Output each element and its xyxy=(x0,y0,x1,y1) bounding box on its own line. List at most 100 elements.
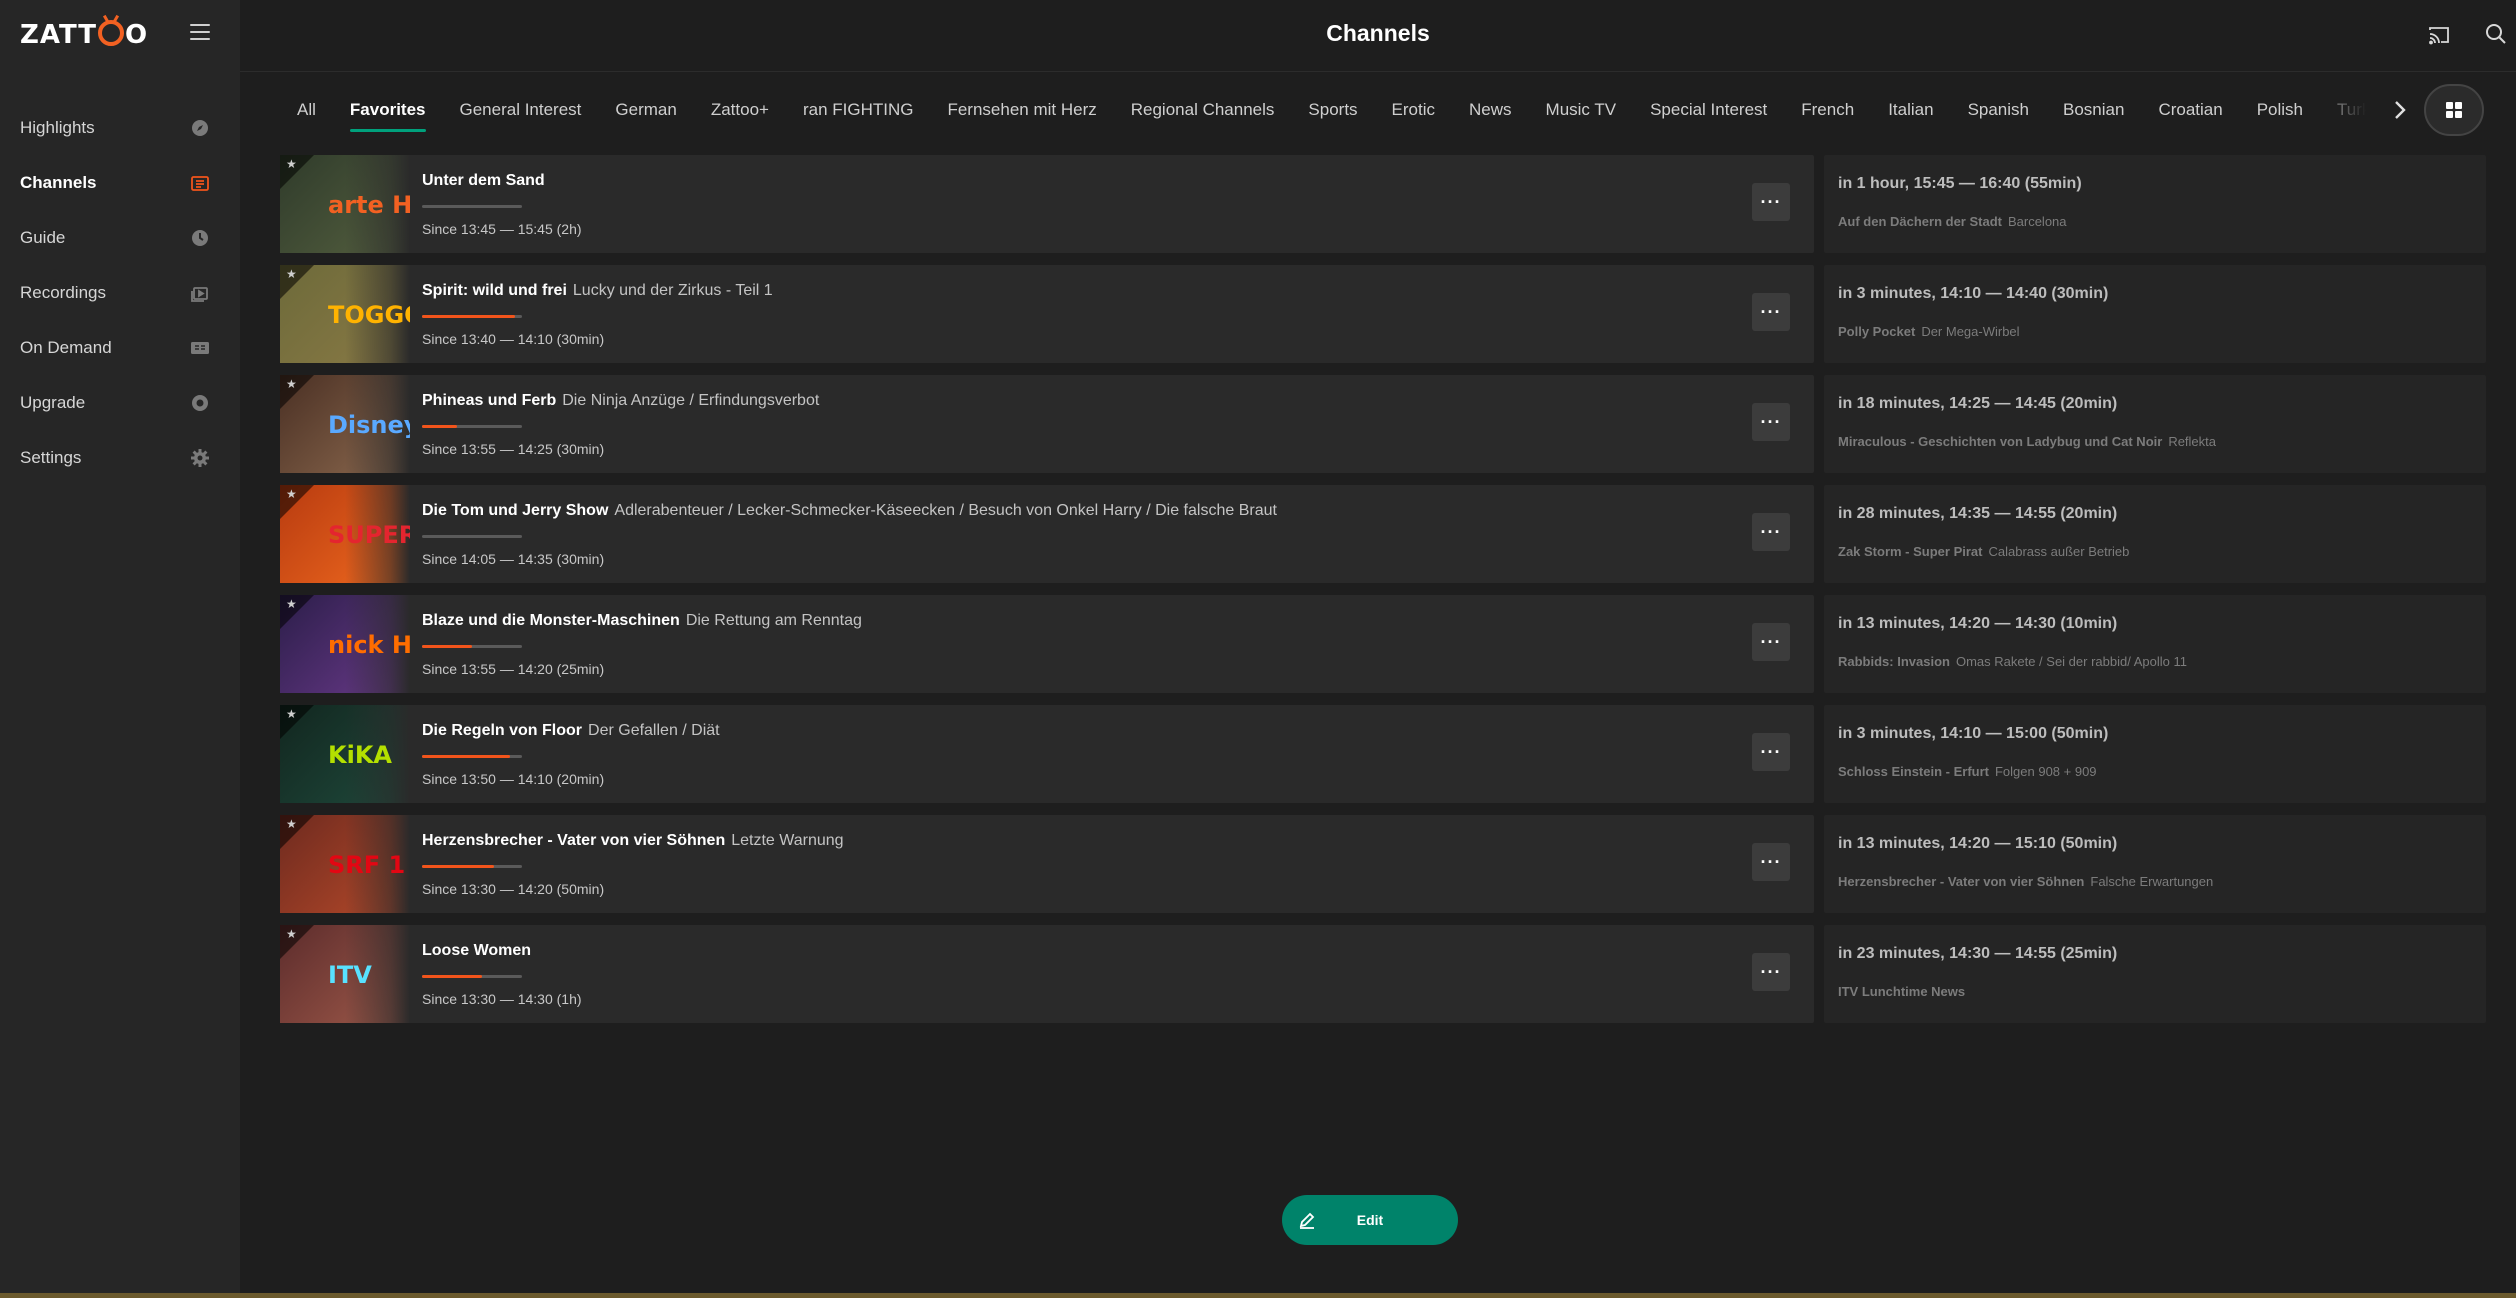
sidebar-item-label: Upgrade xyxy=(20,392,86,412)
tab-croatian[interactable]: Croatian xyxy=(2141,88,2239,132)
tab-german[interactable]: German xyxy=(598,88,693,132)
ellipsis-icon: ··· xyxy=(1760,631,1782,652)
more-options-button[interactable]: ··· xyxy=(1752,293,1790,331)
tab-favorites[interactable]: Favorites xyxy=(333,88,443,132)
next-airtime: in 13 minutes, 14:20 — 14:30 (10min) xyxy=(1838,615,2118,632)
airtime: Since 13:50 — 14:10 (20min) xyxy=(422,771,605,787)
program-title-line: Loose Women xyxy=(422,942,531,960)
sidebar-item-on-demand[interactable]: On Demand xyxy=(0,320,240,375)
current-program[interactable]: ★ KiKA Die Regeln von Floor Der Gefallen / … xyxy=(280,705,1814,803)
logo-tv-icon xyxy=(98,20,125,46)
airtime: Since 13:30 — 14:30 (1h) xyxy=(422,991,582,1007)
channel-logo: ITV xyxy=(328,961,372,989)
sidebar-item-upgrade[interactable]: Upgrade xyxy=(0,375,240,430)
next-program-title: Polly Pocket xyxy=(1838,324,1916,339)
tab-zattoo-[interactable]: Zattoo+ xyxy=(694,88,786,132)
logo-text-pre: ZATT xyxy=(20,20,98,50)
current-program[interactable]: ★ SRF 1 HD Herzensbrecher - Vater von vier… xyxy=(280,815,1814,913)
more-options-button[interactable]: ··· xyxy=(1752,733,1790,771)
program-title: Herzensbrecher - Vater von vier Söhnen xyxy=(422,832,726,849)
menu-icon[interactable] xyxy=(190,24,210,42)
grid-view-toggle[interactable] xyxy=(2424,84,2484,136)
channel-thumbnail: ★ KiKA xyxy=(280,705,410,803)
next-title-line: Polly Pocket Der Mega-Wirbel xyxy=(1838,324,2020,339)
tab-all[interactable]: All xyxy=(280,88,333,132)
current-program[interactable]: ★ nick HD Blaze und die Monster-Maschinen D… xyxy=(280,595,1814,693)
header: Channels xyxy=(240,0,2516,72)
tab-sports[interactable]: Sports xyxy=(1291,88,1374,132)
tabs-next-button[interactable] xyxy=(2384,94,2416,126)
tab-italian[interactable]: Italian xyxy=(1871,88,1950,132)
next-program[interactable]: in 3 minutes, 14:10 — 15:00 (50min) Schlo… xyxy=(1824,705,2486,803)
sidebar-item-highlights[interactable]: Highlights xyxy=(0,100,240,155)
page-title: Channels xyxy=(1326,20,1430,46)
zattoo-logo[interactable]: ZATT O xyxy=(20,20,148,50)
more-options-button[interactable]: ··· xyxy=(1752,513,1790,551)
next-program[interactable]: in 23 minutes, 14:30 — 14:55 (25min) ITV … xyxy=(1824,925,2486,1023)
program-title-line: Blaze und die Monster-Maschinen Die Rettu… xyxy=(422,612,862,630)
next-program[interactable]: in 18 minutes, 14:25 — 14:45 (20min) Mira… xyxy=(1824,375,2486,473)
favorite-star-icon: ★ xyxy=(286,157,297,171)
next-program[interactable]: in 13 minutes, 14:20 — 14:30 (10min) Rabb… xyxy=(1824,595,2486,693)
more-options-button[interactable]: ··· xyxy=(1752,403,1790,441)
channel-row: ★ arte HD Unter dem Sand Since 13:45 — 15:4… xyxy=(280,155,2486,253)
more-options-button[interactable]: ··· xyxy=(1752,953,1790,991)
progress-fill xyxy=(422,315,515,318)
channel-thumbnail: ★ arte HD xyxy=(280,155,410,253)
program-title-line: Die Tom und Jerry Show Adlerabenteuer / L… xyxy=(422,502,1277,520)
next-program-title: Schloss Einstein - Erfurt xyxy=(1838,764,1989,779)
cast-icon[interactable] xyxy=(2427,23,2451,47)
next-program[interactable]: in 13 minutes, 14:20 — 15:10 (50min) Herz… xyxy=(1824,815,2486,913)
channel-row: ★ SRF 1 HD Herzensbrecher - Vater von vier… xyxy=(280,815,2486,913)
channel-logo: KiKA xyxy=(328,741,392,769)
next-program[interactable]: in 3 minutes, 14:10 — 14:40 (30min) Polly… xyxy=(1824,265,2486,363)
tab-regional-channels[interactable]: Regional Channels xyxy=(1114,88,1292,132)
channel-thumbnail: ★ SUPER RTL xyxy=(280,485,410,583)
program-title: Blaze und die Monster-Maschinen xyxy=(422,612,680,629)
tab-spanish[interactable]: Spanish xyxy=(1951,88,2046,132)
more-options-button[interactable]: ··· xyxy=(1752,843,1790,881)
search-icon[interactable] xyxy=(2484,22,2508,46)
next-episode-title: Calabrass außer Betrieb xyxy=(1988,544,2130,559)
airtime: Since 13:40 — 14:10 (30min) xyxy=(422,331,605,347)
compass-icon xyxy=(190,118,210,138)
current-program[interactable]: ★ arte HD Unter dem Sand Since 13:45 — 15:4… xyxy=(280,155,1814,253)
tab-bosnian[interactable]: Bosnian xyxy=(2046,88,2141,132)
progress-bar xyxy=(422,205,522,208)
more-options-button[interactable]: ··· xyxy=(1752,623,1790,661)
sidebar-item-guide[interactable]: Guide xyxy=(0,210,240,265)
tab-turkish[interactable]: Turkish xyxy=(2320,88,2390,132)
sidebar-nav: Highlights Channels Guide Recordings On Dema… xyxy=(0,100,240,485)
channels-icon xyxy=(190,173,210,193)
next-episode-title: Der Mega-Wirbel xyxy=(1921,324,2020,339)
next-title-line: Rabbids: Invasion Omas Rakete / Sei der r… xyxy=(1838,654,2187,669)
tab-general-interest[interactable]: General Interest xyxy=(443,88,599,132)
more-options-button[interactable]: ··· xyxy=(1752,183,1790,221)
next-program-title: Auf den Dächern der Stadt xyxy=(1838,214,2002,229)
current-program[interactable]: ★ Disney Phineas und Ferb Die Ninja Anzüge … xyxy=(280,375,1814,473)
tab-french[interactable]: French xyxy=(1784,88,1871,132)
tab-ran-fighting[interactable]: ran FIGHTING xyxy=(786,88,931,132)
next-program[interactable]: in 1 hour, 15:45 — 16:40 (55min) Auf den … xyxy=(1824,155,2486,253)
current-program[interactable]: ★ SUPER RTL Die Tom und Jerry Show Adlerabe… xyxy=(280,485,1814,583)
sidebar-item-settings[interactable]: Settings xyxy=(0,430,240,485)
current-program[interactable]: ★ TOGGO Spirit: wild und frei Lucky und der… xyxy=(280,265,1814,363)
tab-news[interactable]: News xyxy=(1452,88,1529,132)
tab-special-interest[interactable]: Special Interest xyxy=(1633,88,1784,132)
sidebar-item-recordings[interactable]: Recordings xyxy=(0,265,240,320)
tab-music-tv[interactable]: Music TV xyxy=(1529,88,1634,132)
logo-wordmark: ZATT O xyxy=(20,20,148,50)
sidebar-item-channels[interactable]: Channels xyxy=(0,155,240,210)
tab-fernsehen-mit-herz[interactable]: Fernsehen mit Herz xyxy=(930,88,1113,132)
current-program[interactable]: ★ ITV Loose Women Since 13:30 — 14:30 (1h) ·… xyxy=(280,925,1814,1023)
progress-fill xyxy=(422,425,457,428)
next-program-title: Herzensbrecher - Vater von vier Söhnen xyxy=(1838,874,2085,889)
gear-icon xyxy=(190,448,210,468)
progress-bar xyxy=(422,975,522,978)
ellipsis-icon: ··· xyxy=(1760,411,1782,432)
edit-button[interactable]: Edit xyxy=(1282,1195,1458,1245)
channel-row: ★ KiKA Die Regeln von Floor Der Gefallen / … xyxy=(280,705,2486,803)
next-program[interactable]: in 28 minutes, 14:35 — 14:55 (20min) Zak … xyxy=(1824,485,2486,583)
tab-polish[interactable]: Polish xyxy=(2240,88,2320,132)
tab-erotic[interactable]: Erotic xyxy=(1375,88,1452,132)
